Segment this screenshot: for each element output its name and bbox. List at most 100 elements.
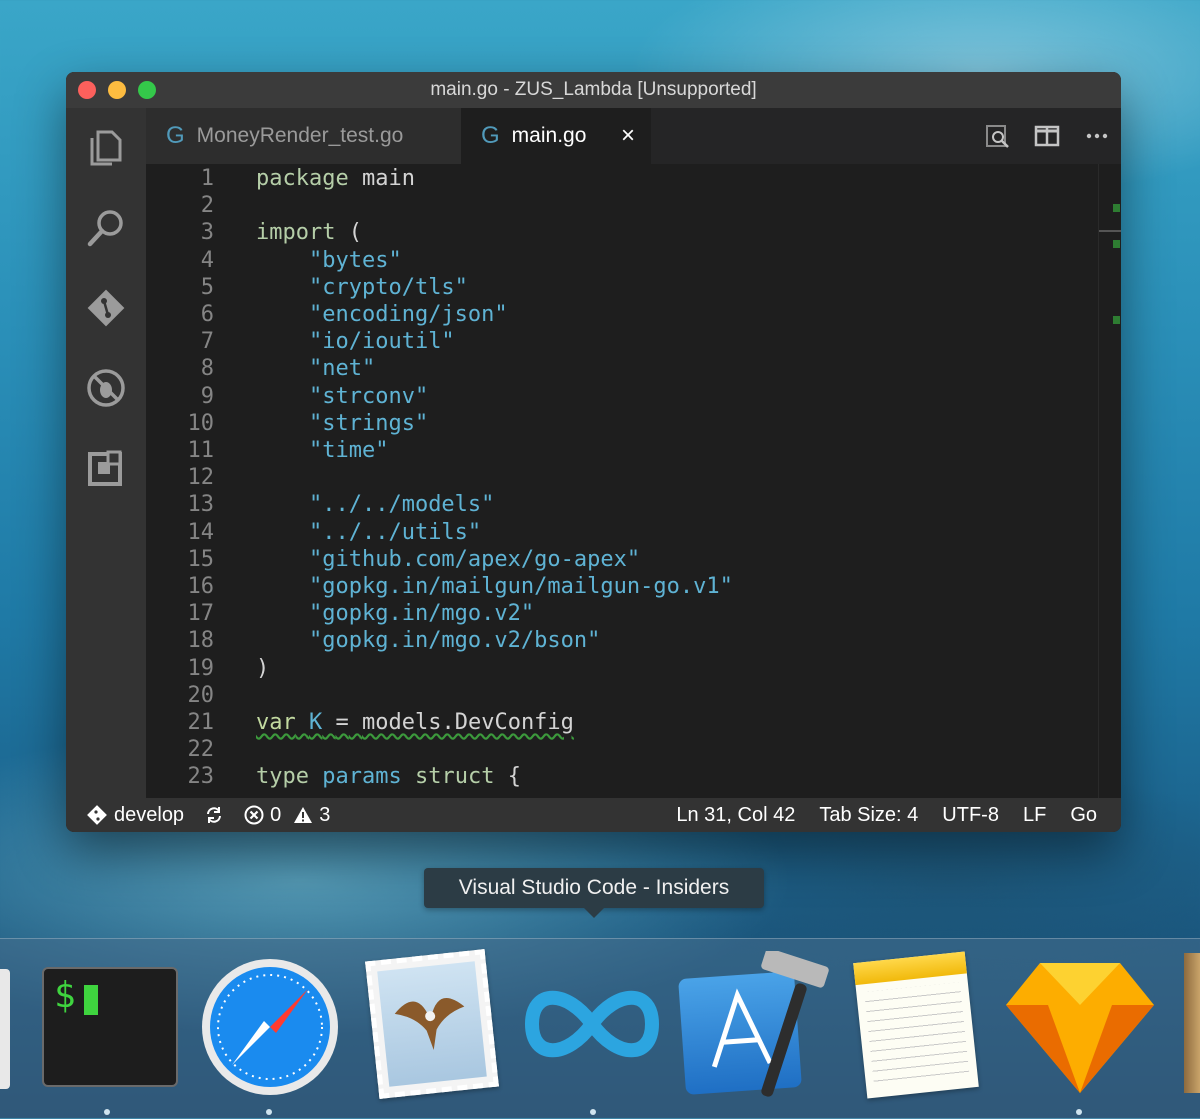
code-line[interactable]: 9 "strconv" — [146, 383, 1099, 410]
open-changes-icon[interactable] — [983, 122, 1011, 150]
line-ending[interactable]: LF — [1023, 804, 1046, 827]
status-bar: develop 0 3 Ln 31, Col 42 Tab Size: 4 UT… — [66, 798, 1121, 832]
git-icon[interactable] — [84, 286, 128, 330]
tab-label: main.go — [511, 124, 587, 147]
line-number: 15 — [187, 546, 215, 572]
code-line[interactable]: 8 "net" — [146, 355, 1099, 382]
search-icon[interactable] — [84, 206, 128, 250]
line-number: 10 — [187, 410, 215, 436]
go-file-icon: G — [481, 122, 500, 149]
line-number: 23 — [187, 764, 215, 790]
terminal-prompt: $ — [54, 975, 76, 1016]
line-number: 11 — [187, 438, 215, 463]
code-line[interactable]: 3 import ( — [146, 219, 1099, 246]
line-code: "gopkg.in/mailgun/mailgun-go.v1" — [308, 574, 733, 599]
code-line[interactable]: 2 — [146, 192, 1099, 219]
line-number: 8 — [200, 356, 214, 382]
editor-actions — [983, 108, 1111, 164]
code-line[interactable]: 19) — [146, 655, 1099, 682]
code-line[interactable]: 17 "gopkg.in/mgo.v2" — [146, 600, 1099, 627]
title-bar[interactable]: main.go - ZUS_Lambda [Unsupported] — [66, 72, 1121, 108]
code-line[interactable]: 1 package main — [146, 165, 1099, 192]
zoom-window-button[interactable] — [138, 81, 156, 99]
tab-label: MoneyRender_test.go — [196, 124, 404, 147]
tooltip-text: Visual Studio Code - Insiders — [458, 876, 730, 899]
branch-indicator[interactable]: develop — [86, 804, 184, 827]
code-line[interactable]: 4 "bytes" — [146, 247, 1099, 274]
go-file-icon: G — [166, 122, 185, 149]
line-code: type params struct { — [256, 764, 521, 790]
explorer-icon[interactable] — [84, 126, 128, 170]
code-line[interactable]: 7 "io/ioutil" — [146, 328, 1099, 355]
tab-main-go[interactable]: G main.go × — [461, 108, 651, 164]
line-code: "encoding/json" — [308, 302, 508, 327]
debug-icon[interactable] — [84, 366, 128, 410]
code-line[interactable]: 20 — [146, 682, 1099, 709]
line-number: 17 — [187, 601, 215, 627]
minimize-window-button[interactable] — [108, 81, 126, 99]
code-line[interactable]: 14 "../../utils" — [146, 519, 1099, 546]
dock-item-partial-right[interactable] — [1184, 953, 1200, 1093]
editor-tabs: G MoneyRender_test.go G main.go × — [146, 108, 1121, 164]
line-code: "gopkg.in/mgo.v2" — [308, 601, 535, 627]
code-line[interactable]: 22 — [146, 736, 1099, 763]
split-editor-icon[interactable] — [1033, 122, 1061, 150]
xcode-hammer-icon — [761, 951, 829, 1097]
line-code: var K = models.DevConfig — [256, 710, 574, 735]
sync-button[interactable] — [204, 805, 224, 825]
line-number: 9 — [200, 383, 214, 409]
tab-size[interactable]: Tab Size: 4 — [819, 804, 918, 827]
line-number: 3 — [200, 220, 214, 246]
window-title: main.go - ZUS_Lambda [Unsupported] — [430, 79, 757, 100]
activity-bar — [66, 108, 146, 798]
vscode-insiders-app-icon[interactable] — [522, 969, 662, 1079]
code-line[interactable]: 6 "encoding/json" — [146, 301, 1099, 328]
line-code: "net" — [308, 356, 376, 382]
traffic-lights — [78, 81, 156, 99]
code-line[interactable]: 10 "strings" — [146, 410, 1099, 437]
safari-app-icon[interactable] — [200, 957, 340, 1097]
more-actions-icon[interactable] — [1083, 122, 1111, 150]
close-icon[interactable]: × — [621, 122, 635, 150]
mail-app-icon[interactable] — [365, 949, 499, 1099]
language-mode[interactable]: Go — [1070, 804, 1097, 827]
sketch-app-icon[interactable] — [1004, 959, 1156, 1095]
line-code: "io/ioutil" — [308, 329, 455, 355]
problems-indicator[interactable]: 0 3 — [244, 804, 330, 827]
code-line[interactable]: 11 "time" — [146, 437, 1099, 464]
dock: $ — [0, 938, 1200, 1119]
encoding[interactable]: UTF-8 — [942, 804, 999, 827]
code-line[interactable]: 16 "gopkg.in/mailgun/mailgun-go.v1" — [146, 573, 1099, 600]
code-line[interactable]: 13 "../../models" — [146, 491, 1099, 518]
code-line[interactable]: 18 "gopkg.in/mgo.v2/bson" — [146, 627, 1099, 654]
line-number: 19 — [187, 655, 215, 681]
error-count: 0 — [270, 803, 282, 826]
dock-item-partial[interactable] — [0, 969, 10, 1089]
line-code: import ( — [256, 220, 362, 246]
code-line[interactable]: 15 "github.com/apex/go-apex" — [146, 546, 1099, 573]
close-window-button[interactable] — [78, 81, 96, 99]
code-line[interactable]: 23 type params struct { — [146, 763, 1099, 790]
code-line[interactable]: 5 "crypto/tls" — [146, 274, 1099, 301]
line-number: 21 — [187, 710, 215, 735]
line-number: 6 — [200, 302, 214, 327]
cursor-position[interactable]: Ln 31, Col 42 — [676, 804, 795, 827]
notes-app-icon[interactable] — [853, 951, 979, 1099]
code-line[interactable]: 21 var K = models.DevConfig — [146, 709, 1099, 736]
line-number: 22 — [187, 737, 215, 763]
terminal-app-icon[interactable]: $ — [42, 967, 178, 1087]
line-code: "strings" — [308, 410, 429, 436]
line-number: 2 — [200, 193, 214, 219]
line-number: 13 — [187, 492, 215, 518]
overview-ruler[interactable] — [1098, 164, 1121, 798]
git-branch-icon — [87, 805, 107, 825]
code-line[interactable]: 12 — [146, 464, 1099, 491]
extensions-icon[interactable] — [84, 446, 128, 490]
line-number: 14 — [187, 519, 215, 545]
line-number: 16 — [187, 574, 215, 599]
warning-icon — [294, 807, 313, 823]
code-editor[interactable]: 1 package main 2 3 import (4 "bytes" 5 "crypt… — [146, 164, 1099, 798]
line-number: 20 — [187, 682, 215, 708]
line-code: "../../utils" — [308, 519, 482, 545]
tab-moneyrender-test[interactable]: G MoneyRender_test.go — [146, 108, 461, 164]
